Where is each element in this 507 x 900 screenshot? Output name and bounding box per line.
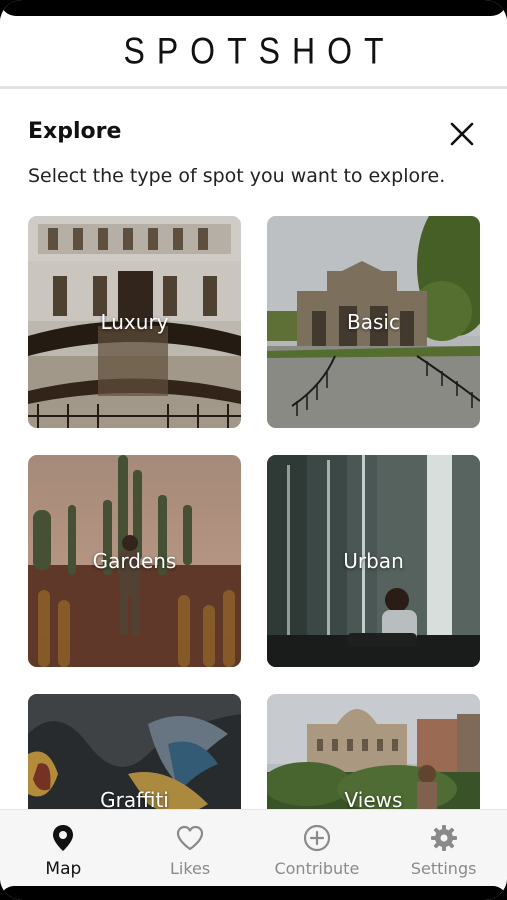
tab-contribute[interactable]: Contribute (254, 810, 381, 887)
category-label: Luxury (100, 310, 169, 334)
close-button[interactable] (448, 120, 476, 148)
page-title: Explore (28, 119, 122, 144)
app-screen: SPOTSHOT Explore Select the type of spot… (0, 0, 507, 900)
page-subtitle: Select the type of spot you want to expl… (28, 165, 446, 187)
map-pin-icon (53, 825, 74, 851)
tab-map[interactable]: Map (0, 810, 127, 887)
gear-icon (430, 825, 457, 851)
close-icon (450, 122, 474, 146)
device-bezel-top (0, 0, 507, 16)
category-tile-gardens[interactable]: Gardens (28, 455, 241, 667)
tab-settings[interactable]: Settings (380, 810, 507, 887)
tab-label: Map (45, 859, 82, 879)
bottom-tab-bar: Map Likes Contribute Settings (0, 809, 507, 887)
category-tile-graffiti[interactable]: Graffiti (28, 694, 241, 809)
category-label: Urban (343, 549, 404, 573)
tab-label: Settings (410, 859, 477, 878)
tab-likes[interactable]: Likes (127, 810, 254, 887)
category-label: Graffiti (100, 788, 169, 809)
category-grid: Luxury Basic Gardens Urban Graffiti View… (28, 216, 480, 809)
category-tile-luxury[interactable]: Luxury (28, 216, 241, 428)
tab-label: Contribute (274, 859, 360, 878)
tab-label: Likes (170, 859, 211, 878)
device-bezel-bottom (0, 886, 507, 900)
heart-icon (177, 825, 204, 851)
explore-panel: Explore Select the type of spot you want… (0, 89, 507, 809)
category-tile-basic[interactable]: Basic (267, 216, 480, 428)
category-tile-urban[interactable]: Urban (267, 455, 480, 667)
app-header: SPOTSHOT (0, 16, 507, 89)
plus-circle-icon (303, 824, 330, 852)
category-label: Views (344, 788, 403, 809)
category-tile-views[interactable]: Views (267, 694, 480, 809)
app-logo: SPOTSHOT (123, 29, 396, 72)
category-label: Basic (347, 310, 400, 334)
category-label: Gardens (92, 549, 177, 573)
